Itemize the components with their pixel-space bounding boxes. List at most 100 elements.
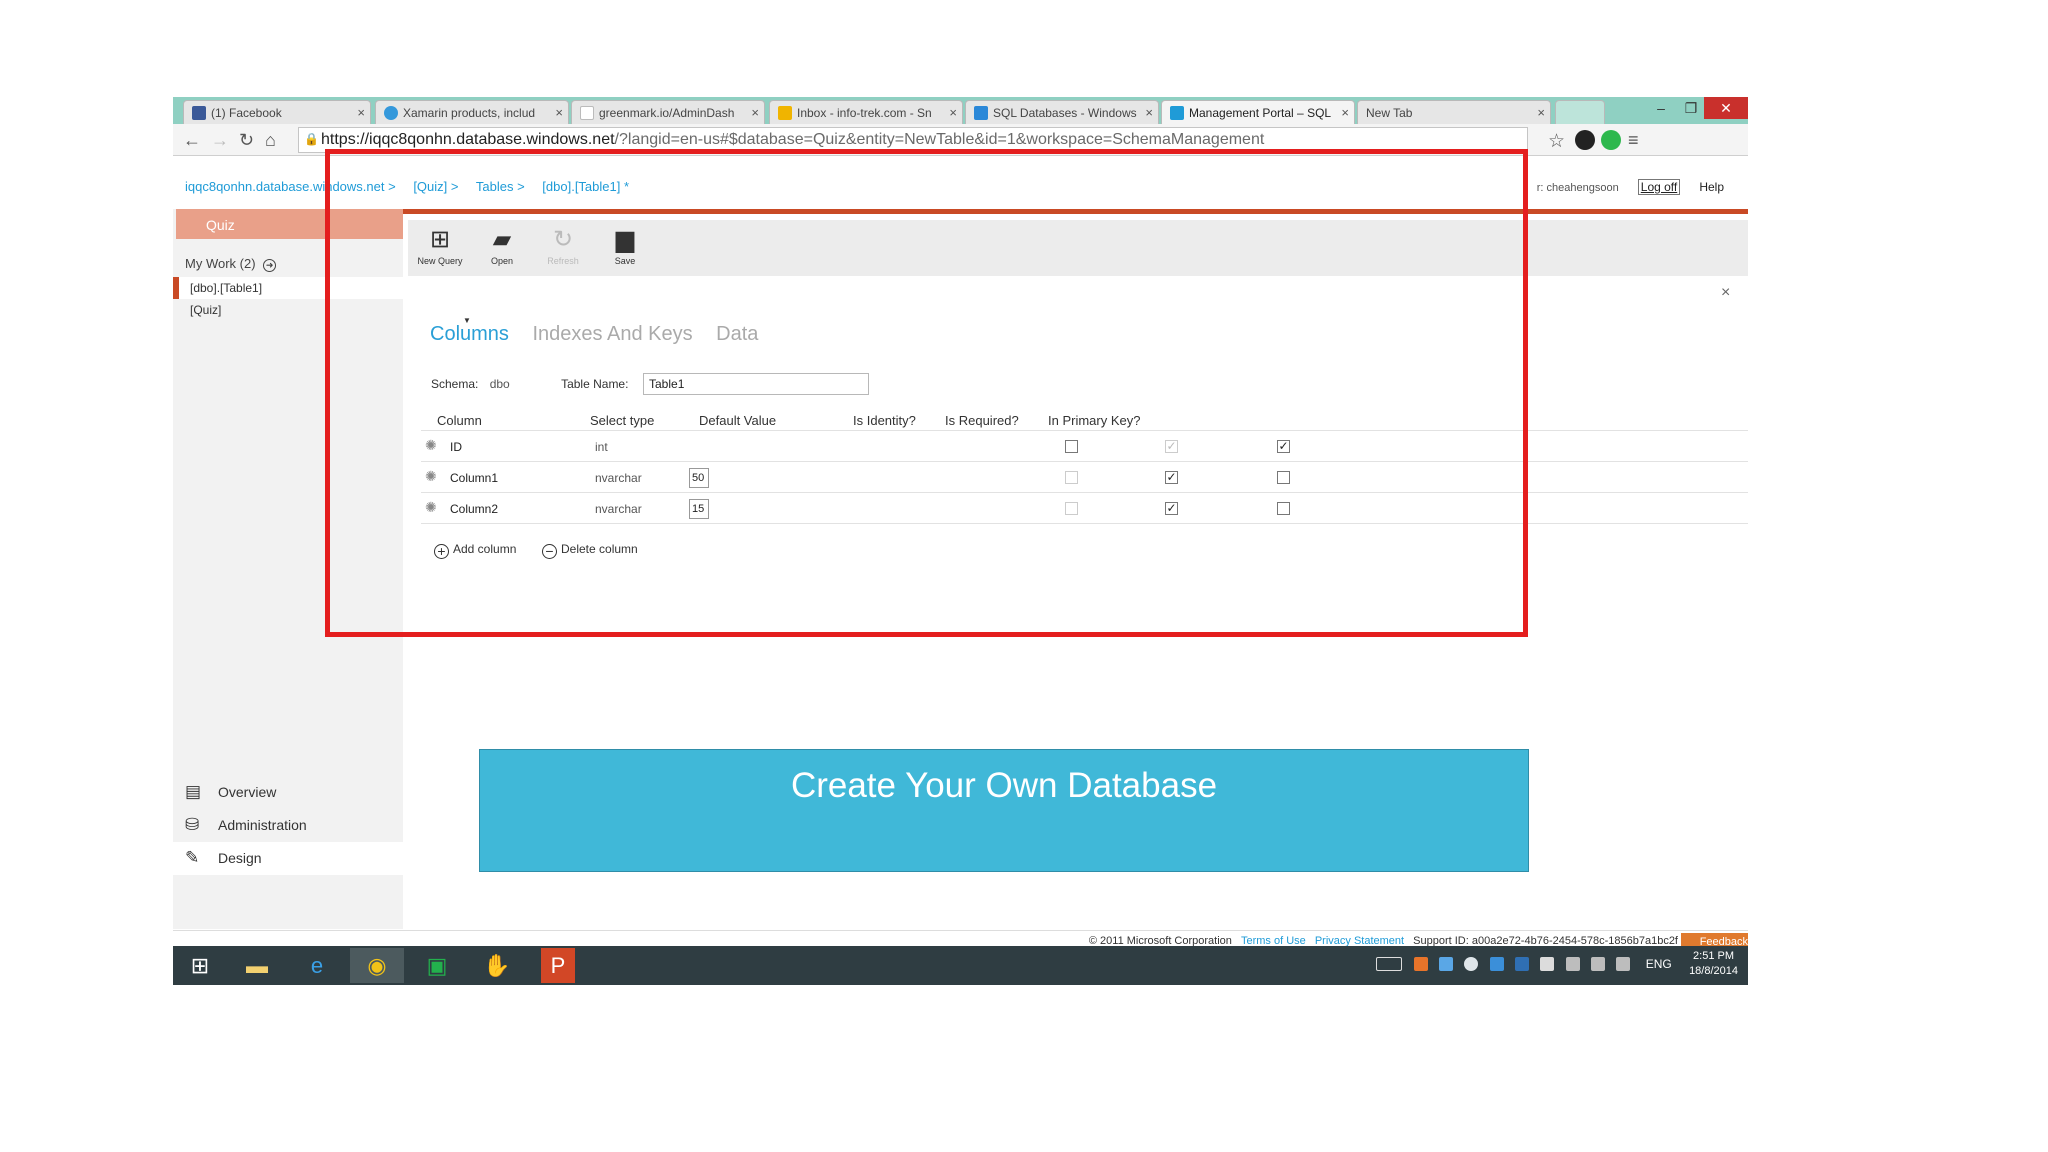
table-name-label: Table Name: xyxy=(561,377,629,391)
save-button[interactable]: ▆ Save xyxy=(595,224,655,266)
powerpoint-icon[interactable]: P xyxy=(541,948,575,983)
restore-icon[interactable]: ❐ xyxy=(1676,97,1706,119)
close-tab-icon[interactable]: × xyxy=(1145,105,1153,120)
header-is-required: Is Required? xyxy=(945,413,1019,428)
store-icon[interactable]: ▣ xyxy=(410,948,464,983)
cloud-icon[interactable] xyxy=(1464,957,1479,971)
clock-time: 2:51 PM xyxy=(1693,950,1735,962)
work-item-table1[interactable]: [dbo].[Table1] xyxy=(173,277,403,299)
header-default-value: Default Value xyxy=(699,413,777,428)
primary-key-checkbox[interactable]: ✓ xyxy=(1277,440,1290,453)
breadcrumb-database[interactable]: [Quiz] > xyxy=(413,179,458,194)
open-button[interactable]: ▰ Open xyxy=(472,224,532,266)
close-tab-icon[interactable]: × xyxy=(357,105,365,120)
delete-column-button[interactable]: − Delete column xyxy=(542,542,638,559)
clock[interactable]: 2:51 PM 18/8/2014 xyxy=(1689,949,1738,979)
browser-tab-facebook[interactable]: (1) Facebook × xyxy=(183,100,371,124)
tab-indexes-and-keys[interactable]: Indexes And Keys xyxy=(532,323,692,345)
start-windows-icon[interactable]: ⊞ xyxy=(173,948,227,983)
close-pane-icon[interactable]: × xyxy=(1721,284,1730,302)
extension-dark-icon[interactable] xyxy=(1575,130,1595,150)
dropbox-icon[interactable] xyxy=(1438,957,1453,971)
table-name-input[interactable] xyxy=(643,373,869,395)
close-tab-icon[interactable]: × xyxy=(751,105,759,120)
tab-columns[interactable]: Columns xyxy=(430,323,509,345)
grammarly-icon[interactable] xyxy=(1601,130,1621,150)
nav-overview[interactable]: ▤ Overview xyxy=(173,776,403,809)
handshake-app-icon[interactable]: ✋ xyxy=(470,948,524,983)
database-title[interactable]: Quiz xyxy=(176,209,403,239)
browser-tab-inbox[interactable]: Inbox - info-trek.com - Sn × xyxy=(769,100,963,124)
browser-tab-xamarin[interactable]: Xamarin products, includ × xyxy=(375,100,569,124)
address-bar[interactable]: 🔒 https://iqqc8qonhn.database.windows.net… xyxy=(298,127,1528,153)
nav-design[interactable]: ✎ Design xyxy=(173,842,403,875)
add-column-button[interactable]: + Add column xyxy=(434,542,516,559)
arrow-circle-icon[interactable]: ➜ xyxy=(263,259,277,272)
facebook-icon xyxy=(192,106,206,120)
is-required-checkbox[interactable]: ✓ xyxy=(1165,502,1178,515)
drag-handle-icon[interactable]: ✺ xyxy=(425,499,437,516)
column-type[interactable]: nvarchar xyxy=(595,502,642,516)
work-item-quiz[interactable]: [Quiz] xyxy=(173,299,403,321)
back-arrow-icon[interactable]: ← xyxy=(183,130,201,151)
tab-data[interactable]: Data xyxy=(716,323,758,345)
my-work-header[interactable]: My Work (2) ➜ xyxy=(185,256,277,272)
is-identity-checkbox[interactable] xyxy=(1065,440,1078,453)
browser-tab-sql-databases[interactable]: SQL Databases - Windows × xyxy=(965,100,1159,124)
primary-key-checkbox[interactable] xyxy=(1277,471,1290,484)
browser-tab-greenmark[interactable]: greenmark.io/AdminDash × xyxy=(571,100,765,124)
breadcrumb-table[interactable]: [dbo].[Table1] * xyxy=(542,179,629,194)
drag-handle-icon[interactable]: ✺ xyxy=(425,468,437,485)
forward-arrow-icon[interactable]: → xyxy=(211,130,229,151)
is-required-checkbox[interactable]: ✓ xyxy=(1165,471,1178,484)
file-explorer-icon[interactable]: ▬ xyxy=(230,948,284,983)
close-tab-icon[interactable]: × xyxy=(1537,105,1545,120)
schema-value: dbo xyxy=(489,377,510,391)
volume-icon[interactable] xyxy=(1616,957,1631,971)
home-icon[interactable]: ⌂ xyxy=(265,130,276,151)
network-icon[interactable] xyxy=(1591,957,1606,971)
power-icon[interactable] xyxy=(1565,957,1580,971)
breadcrumb-tables[interactable]: Tables > xyxy=(476,179,525,194)
length-input[interactable]: 15 xyxy=(689,499,709,519)
table-row[interactable]: ✺ Column1 nvarchar 50 ✓ xyxy=(421,463,1748,493)
bluetooth-icon[interactable] xyxy=(1514,957,1529,971)
column-type[interactable]: int xyxy=(595,440,608,454)
reload-icon[interactable]: ↻ xyxy=(239,130,254,151)
columns-grid-header: Column Select type Default Value Is Iden… xyxy=(421,413,1748,431)
new-tab-button[interactable] xyxy=(1555,100,1605,124)
help-link[interactable]: Help xyxy=(1699,180,1724,194)
language-indicator[interactable]: ENG xyxy=(1646,957,1672,971)
close-tab-icon[interactable]: × xyxy=(949,105,957,120)
window-close-icon[interactable]: ✕ xyxy=(1704,97,1748,119)
app-tray-icon[interactable] xyxy=(1413,957,1428,971)
flag-icon[interactable] xyxy=(1540,957,1555,971)
column-name[interactable]: ID xyxy=(450,440,462,454)
refresh-button[interactable]: ↻ Refresh xyxy=(533,224,593,266)
bookmark-star-icon[interactable]: ☆ xyxy=(1548,130,1565,153)
nav-administration[interactable]: ⛁ Administration xyxy=(173,809,403,842)
length-input[interactable]: 50 xyxy=(689,468,709,488)
column-name[interactable]: Column1 xyxy=(450,471,498,485)
table-row[interactable]: ✺ Column2 nvarchar 15 ✓ xyxy=(421,494,1748,524)
log-off-link[interactable]: Log off xyxy=(1637,179,1681,195)
minimize-icon[interactable]: – xyxy=(1646,97,1676,119)
schema-label: Schema: xyxy=(431,377,479,391)
primary-key-checkbox[interactable] xyxy=(1277,502,1290,515)
column-type[interactable]: nvarchar xyxy=(595,471,642,485)
keyboard-icon[interactable] xyxy=(1376,957,1403,971)
table-row[interactable]: ✺ ID int ✓ ✓ xyxy=(421,432,1748,462)
breadcrumb-server[interactable]: iqqc8qonhn.database.windows.net > xyxy=(185,179,396,194)
close-tab-icon[interactable]: × xyxy=(555,105,563,120)
drag-handle-icon[interactable]: ✺ xyxy=(425,437,437,454)
internet-explorer-icon[interactable]: e xyxy=(290,948,344,983)
chrome-icon[interactable]: ◉ xyxy=(350,948,404,983)
browser-tab-new-tab[interactable]: New Tab × xyxy=(1357,100,1551,124)
close-tab-icon[interactable]: × xyxy=(1341,105,1349,120)
overview-icon: ▤ xyxy=(185,782,202,801)
column-name[interactable]: Column2 xyxy=(450,502,498,516)
browser-tab-management-portal[interactable]: Management Portal – SQL × xyxy=(1161,100,1355,124)
menu-icon[interactable]: ≡ xyxy=(1628,130,1639,151)
sync-icon[interactable] xyxy=(1489,957,1504,971)
new-query-button[interactable]: ⊞ New Query xyxy=(410,224,470,266)
